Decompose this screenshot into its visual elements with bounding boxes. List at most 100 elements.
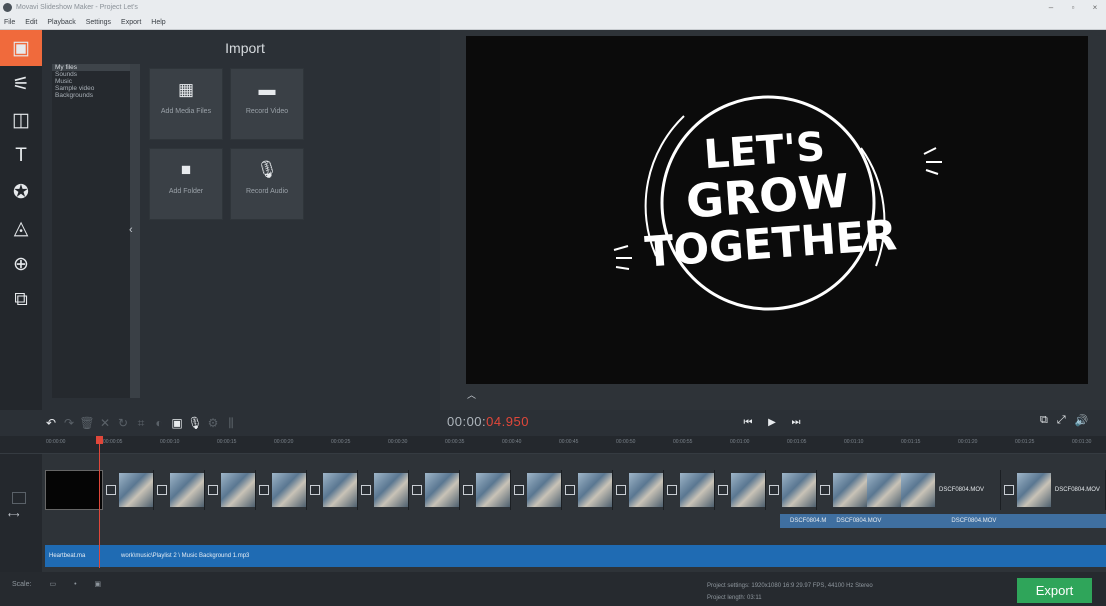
folder-sounds[interactable]: Sounds — [52, 71, 130, 78]
folder-sample-video[interactable]: Sample video — [52, 85, 130, 92]
rotate-icon[interactable]: ↻ — [114, 416, 132, 430]
expand-player-icon[interactable]: ︿ — [467, 388, 476, 401]
video-clip[interactable] — [613, 470, 664, 510]
video-clip[interactable] — [307, 470, 358, 510]
delete-icon[interactable]: 🗑 — [78, 416, 96, 430]
record-audio-tile[interactable]: 🎙 Record Audio — [230, 148, 304, 220]
import-panel-title: Import — [225, 40, 265, 56]
collapse-panel-icon[interactable]: ‹ — [129, 224, 133, 236]
transition-icon[interactable] — [616, 485, 626, 495]
transition-icon[interactable] — [1003, 485, 1014, 495]
music-track[interactable]: Heartbeat.ma work\music\Playlist 2 \ Mus… — [45, 545, 1106, 567]
color-adjust-icon[interactable]: ◐ — [150, 416, 168, 430]
zoom-fit-icon[interactable]: ▣ — [95, 580, 102, 588]
track-link-icon[interactable]: ⟷ — [8, 510, 19, 519]
record-audio-label: Record Audio — [245, 188, 289, 195]
close-button[interactable]: × — [1084, 0, 1106, 15]
playhead-handle[interactable] — [96, 436, 103, 444]
add-media-files-tile[interactable]: ▦ Add Media Files — [149, 68, 223, 140]
folder-my-files[interactable]: My files — [52, 64, 130, 71]
transition-icon[interactable] — [820, 485, 830, 495]
video-track[interactable]: DSCF0804.MOV DSCF0804.MOV — [45, 470, 1106, 510]
video-clip[interactable] — [358, 470, 409, 510]
audio-clip-name: DSCF0804.MOV — [951, 518, 997, 524]
video-clip[interactable] — [460, 470, 511, 510]
transitions-icon: ◫ — [12, 109, 30, 131]
transition-icon[interactable] — [259, 485, 269, 495]
zoom-tool-button[interactable]: ⊕ — [0, 246, 42, 282]
music-clip-name: work\music\Playlist 2 \ Music Background… — [121, 553, 250, 559]
minimize-button[interactable]: – — [1040, 0, 1062, 15]
filters-tool-button[interactable]: ⚟ — [0, 66, 42, 102]
crop-icon[interactable]: ⌗ — [132, 416, 150, 431]
transition-icon[interactable] — [463, 485, 473, 495]
transition-icon[interactable] — [310, 485, 320, 495]
transition-icon[interactable] — [769, 485, 779, 495]
transition-icon[interactable] — [208, 485, 218, 495]
menu-playback[interactable]: Playback — [47, 19, 75, 26]
video-clip[interactable] — [154, 470, 205, 510]
folder-backgrounds[interactable]: Backgrounds — [52, 92, 130, 99]
transition-icon[interactable] — [106, 485, 116, 495]
video-clip[interactable] — [409, 470, 460, 510]
title-clip[interactable] — [45, 470, 103, 510]
menu-help[interactable]: Help — [151, 19, 165, 26]
video-clip[interactable] — [205, 470, 256, 510]
transition-icon[interactable] — [718, 485, 728, 495]
track-thumbnail-icon — [12, 492, 26, 504]
video-clip[interactable] — [511, 470, 562, 510]
clip-thumbnail — [221, 473, 255, 507]
video-clip[interactable] — [103, 470, 154, 510]
transition-icon[interactable] — [412, 485, 422, 495]
cut-icon[interactable]: ✕ — [96, 416, 114, 430]
video-clip[interactable] — [256, 470, 307, 510]
fullscreen-icon[interactable]: ⤢ — [1057, 414, 1066, 427]
redo-icon[interactable]: ↷ — [60, 416, 78, 430]
transition-icon[interactable] — [565, 485, 575, 495]
video-clip-named[interactable]: DSCF0804.MOV — [1001, 470, 1106, 510]
menu-export[interactable]: Export — [121, 19, 141, 26]
menu-edit[interactable]: Edit — [25, 19, 37, 26]
more-tools-button[interactable]: ⧉ — [0, 282, 42, 318]
previous-frame-button[interactable]: ⏮ — [740, 414, 756, 430]
play-button[interactable]: ▶ — [764, 414, 780, 430]
video-clip-named[interactable]: DSCF0804.MOV — [817, 470, 1001, 510]
undo-icon[interactable]: ↶ — [42, 416, 60, 430]
zoom-out-icon[interactable]: ▭ — [49, 580, 56, 588]
transitions-tool-button[interactable]: ◫ — [0, 102, 42, 138]
snapshot-icon[interactable]: ⧉ — [1040, 414, 1048, 427]
add-media-icon: ▦ — [177, 80, 195, 99]
import-tool-button[interactable]: ▣ — [0, 30, 42, 66]
timeline-ruler[interactable]: 00:00:00 00:00:05 00:00:10 00:00:15 00:0… — [0, 436, 1106, 454]
folder-music[interactable]: Music — [52, 78, 130, 85]
next-frame-button[interactable]: ⏭ — [788, 414, 804, 430]
maximize-button[interactable]: ▫ — [1062, 0, 1084, 15]
export-button[interactable]: Export — [1017, 578, 1092, 603]
record-video-tile[interactable]: ▬ Record Video — [230, 68, 304, 140]
audio-track[interactable]: DSCF0804.M DSCF0804.MOV DSCF0804.MOV — [780, 514, 1106, 528]
scale-control: Scale: ▭ • ▣ — [12, 580, 102, 589]
menu-file[interactable]: File — [4, 19, 15, 26]
video-clip[interactable] — [562, 470, 613, 510]
stickers-tool-button[interactable]: ✪ — [0, 174, 42, 210]
add-folder-tile[interactable]: ■ Add Folder — [149, 148, 223, 220]
transition-icon[interactable] — [361, 485, 371, 495]
animation-tool-button[interactable]: ◬ — [0, 210, 42, 246]
transition-icon[interactable] — [667, 485, 677, 495]
transition-icon[interactable] — [514, 485, 524, 495]
video-clip[interactable] — [715, 470, 766, 510]
video-clip[interactable] — [664, 470, 715, 510]
image-icon[interactable]: ▣ — [168, 416, 186, 430]
transition-icon[interactable] — [157, 485, 167, 495]
menu-settings[interactable]: Settings — [86, 19, 111, 26]
mic-icon[interactable]: 🎙 — [186, 416, 204, 430]
video-clip[interactable] — [766, 470, 817, 510]
video-preview[interactable]: LET'S GROW TOGETHER — [466, 36, 1088, 384]
text-icon: T — [15, 145, 27, 166]
playhead[interactable] — [99, 436, 100, 568]
equalizer-icon[interactable]: ⫼ — [222, 416, 240, 431]
titles-tool-button[interactable]: T — [0, 138, 42, 174]
volume-icon[interactable]: 🔊 — [1075, 414, 1089, 427]
scale-slider[interactable]: • — [74, 581, 76, 588]
settings-icon[interactable]: ⚙ — [204, 416, 222, 430]
